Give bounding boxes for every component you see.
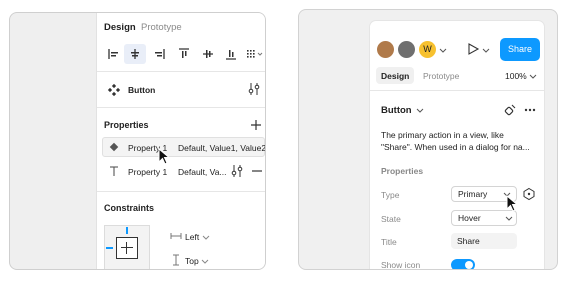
design-panel: Design Prototype Button Properties Prope… bbox=[96, 13, 265, 269]
constraints-cross bbox=[121, 247, 133, 248]
constraint-top-indicator[interactable] bbox=[126, 227, 128, 234]
avatar[interactable] bbox=[377, 41, 394, 58]
type-label: Type bbox=[381, 190, 400, 200]
diamond-icon bbox=[107, 140, 121, 154]
constraints-box bbox=[116, 237, 138, 259]
property-row-value[interactable]: Default, Value1, Value2 bbox=[178, 143, 265, 153]
align-top-icon[interactable] bbox=[177, 47, 191, 61]
title-input[interactable]: Share bbox=[451, 233, 517, 249]
state-label: State bbox=[381, 214, 401, 224]
align-horizontal-center-icon[interactable] bbox=[128, 47, 142, 61]
plus-icon[interactable] bbox=[249, 118, 263, 132]
chevron-down-icon[interactable] bbox=[528, 69, 538, 83]
align-right-icon[interactable] bbox=[152, 47, 166, 61]
play-icon[interactable] bbox=[466, 42, 480, 56]
horizontal-constraint-value[interactable]: Left bbox=[185, 232, 199, 242]
tab-design[interactable]: Design bbox=[104, 22, 136, 33]
tab-prototype[interactable]: Prototype bbox=[423, 71, 459, 81]
type-select-value: Primary bbox=[458, 189, 488, 199]
component-icon bbox=[107, 83, 121, 97]
divider bbox=[97, 107, 265, 108]
property-row-name[interactable]: Property 1 bbox=[128, 167, 167, 177]
minus-icon[interactable] bbox=[250, 164, 264, 178]
constraints-widget[interactable] bbox=[104, 225, 150, 269]
zoom-level[interactable]: 100% bbox=[505, 71, 527, 81]
constraint-left-indicator[interactable] bbox=[106, 247, 113, 249]
align-bottom-icon[interactable] bbox=[224, 47, 238, 61]
align-left-icon[interactable] bbox=[107, 47, 121, 61]
vertical-constraint-icon bbox=[169, 253, 183, 267]
properties-heading: Properties bbox=[104, 120, 149, 130]
right-screenshot-card: W Share Design Prototype 100% Button The… bbox=[298, 9, 558, 270]
properties-panel: W Share Design Prototype 100% Button The… bbox=[370, 21, 544, 269]
link-component-icon[interactable] bbox=[503, 103, 517, 117]
tab-prototype[interactable]: Prototype bbox=[141, 22, 182, 33]
state-select-value: Hover bbox=[458, 213, 481, 223]
tab-design[interactable]: Design bbox=[381, 71, 409, 81]
property-row-value[interactable]: Default, Va... bbox=[178, 167, 227, 177]
instance-swap-icon[interactable] bbox=[522, 187, 536, 201]
chevron-down-icon[interactable] bbox=[438, 43, 448, 57]
horizontal-constraint-icon bbox=[169, 229, 183, 243]
component-name: Button bbox=[128, 85, 156, 95]
vertical-constraint-value[interactable]: Top bbox=[185, 256, 199, 266]
component-description: "Share". When used in a dialog for na... bbox=[381, 142, 530, 152]
chevron-down-icon[interactable] bbox=[201, 230, 211, 244]
chevron-down-icon[interactable] bbox=[481, 43, 491, 57]
avatar[interactable] bbox=[398, 41, 415, 58]
title-label: Title bbox=[381, 237, 397, 247]
component-description: The primary action in a view, like bbox=[381, 130, 504, 140]
divider bbox=[97, 191, 265, 192]
chevron-down-icon[interactable] bbox=[415, 103, 425, 117]
properties-heading: Properties bbox=[381, 166, 424, 176]
distribute-grid-icon[interactable] bbox=[245, 47, 265, 61]
share-button[interactable]: Share bbox=[500, 38, 540, 61]
title-input-value: Share bbox=[457, 236, 480, 246]
cursor-arrow-icon bbox=[506, 194, 520, 213]
constraints-cross bbox=[126, 242, 127, 254]
left-screenshot-card: Design Prototype Button Properties Prope… bbox=[9, 12, 266, 270]
show-icon-label: Show icon bbox=[381, 260, 421, 270]
adjust-settings-icon[interactable] bbox=[230, 164, 244, 178]
more-options-icon[interactable] bbox=[523, 103, 537, 117]
component-name: Button bbox=[381, 105, 412, 116]
cursor-arrow-icon bbox=[158, 147, 172, 166]
chevron-down-icon[interactable] bbox=[504, 211, 514, 225]
constraints-heading: Constraints bbox=[104, 203, 155, 213]
show-icon-toggle[interactable] bbox=[451, 259, 475, 269]
avatar[interactable]: W bbox=[419, 41, 436, 58]
chevron-down-icon[interactable] bbox=[200, 254, 210, 268]
adjust-settings-icon[interactable] bbox=[247, 82, 261, 96]
divider bbox=[97, 71, 265, 72]
divider bbox=[370, 90, 544, 91]
text-icon bbox=[107, 164, 121, 178]
align-vertical-center-icon[interactable] bbox=[201, 47, 215, 61]
